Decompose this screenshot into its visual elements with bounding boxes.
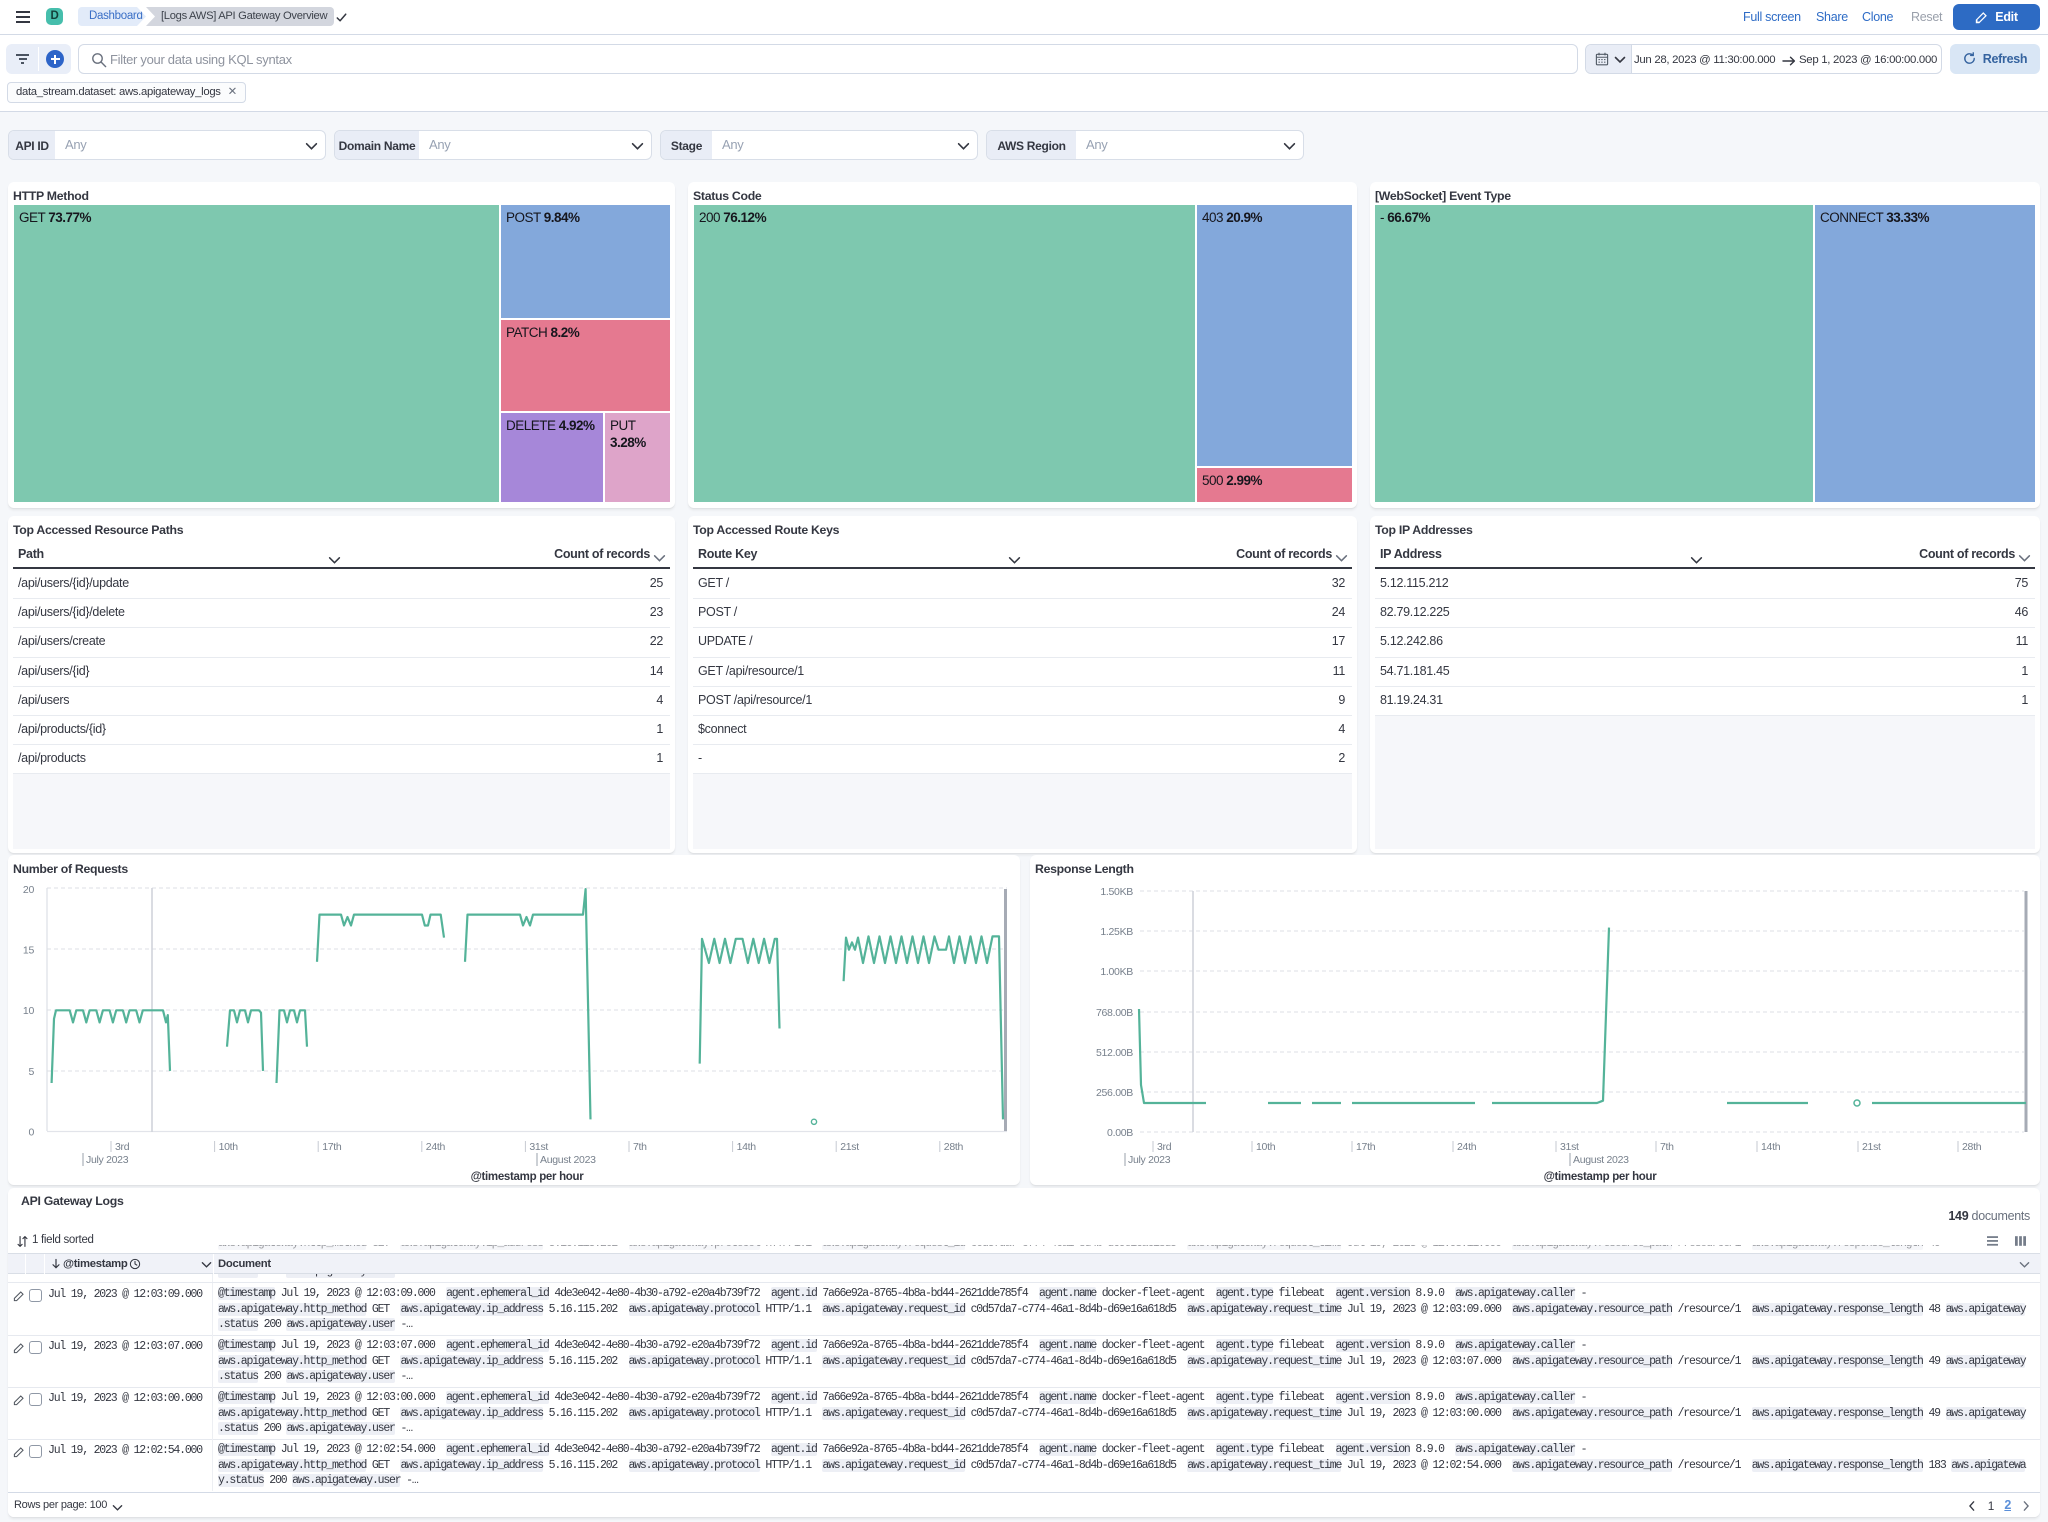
svg-text:0: 0 [28, 1127, 34, 1139]
svg-text:5: 5 [28, 1066, 34, 1078]
svg-text:31st: 31st [529, 1141, 548, 1153]
svg-text:3rd: 3rd [115, 1141, 130, 1153]
svg-text:@timestamp per hour: @timestamp per hour [1544, 1171, 1658, 1183]
svg-text:14th: 14th [737, 1141, 757, 1153]
svg-text:28th: 28th [944, 1141, 964, 1153]
svg-text:0.00B: 0.00B [1107, 1127, 1133, 1139]
svg-text:August 2023: August 2023 [1573, 1154, 1629, 1166]
svg-text:15: 15 [23, 945, 35, 957]
svg-text:20: 20 [23, 884, 35, 896]
svg-text:21st: 21st [1862, 1141, 1881, 1153]
svg-text:August 2023: August 2023 [540, 1154, 596, 1166]
svg-text:10th: 10th [219, 1141, 239, 1153]
svg-text:512.00B: 512.00B [1096, 1047, 1133, 1059]
svg-text:10: 10 [23, 1005, 35, 1017]
svg-text:10th: 10th [1256, 1141, 1276, 1153]
svg-text:256.00B: 256.00B [1096, 1087, 1133, 1099]
svg-text:7th: 7th [1660, 1141, 1674, 1153]
svg-text:768.00B: 768.00B [1096, 1007, 1133, 1019]
svg-text:3rd: 3rd [1157, 1141, 1172, 1153]
svg-text:24th: 24th [426, 1141, 446, 1153]
svg-text:31st: 31st [1560, 1141, 1579, 1153]
svg-text:1.25KB: 1.25KB [1100, 926, 1133, 938]
svg-text:July 2023: July 2023 [1128, 1154, 1171, 1166]
svg-text:1.50KB: 1.50KB [1100, 886, 1133, 898]
svg-text:July 2023: July 2023 [86, 1154, 129, 1166]
svg-text:17th: 17th [1356, 1141, 1376, 1153]
svg-text:1.00KB: 1.00KB [1100, 966, 1133, 978]
svg-text:21st: 21st [840, 1141, 859, 1153]
svg-text:17th: 17th [322, 1141, 342, 1153]
svg-text:24th: 24th [1457, 1141, 1477, 1153]
svg-text:7th: 7th [633, 1141, 647, 1153]
svg-text:14th: 14th [1761, 1141, 1781, 1153]
svg-text:@timestamp per hour: @timestamp per hour [471, 1171, 585, 1183]
svg-text:28th: 28th [1962, 1141, 1982, 1153]
